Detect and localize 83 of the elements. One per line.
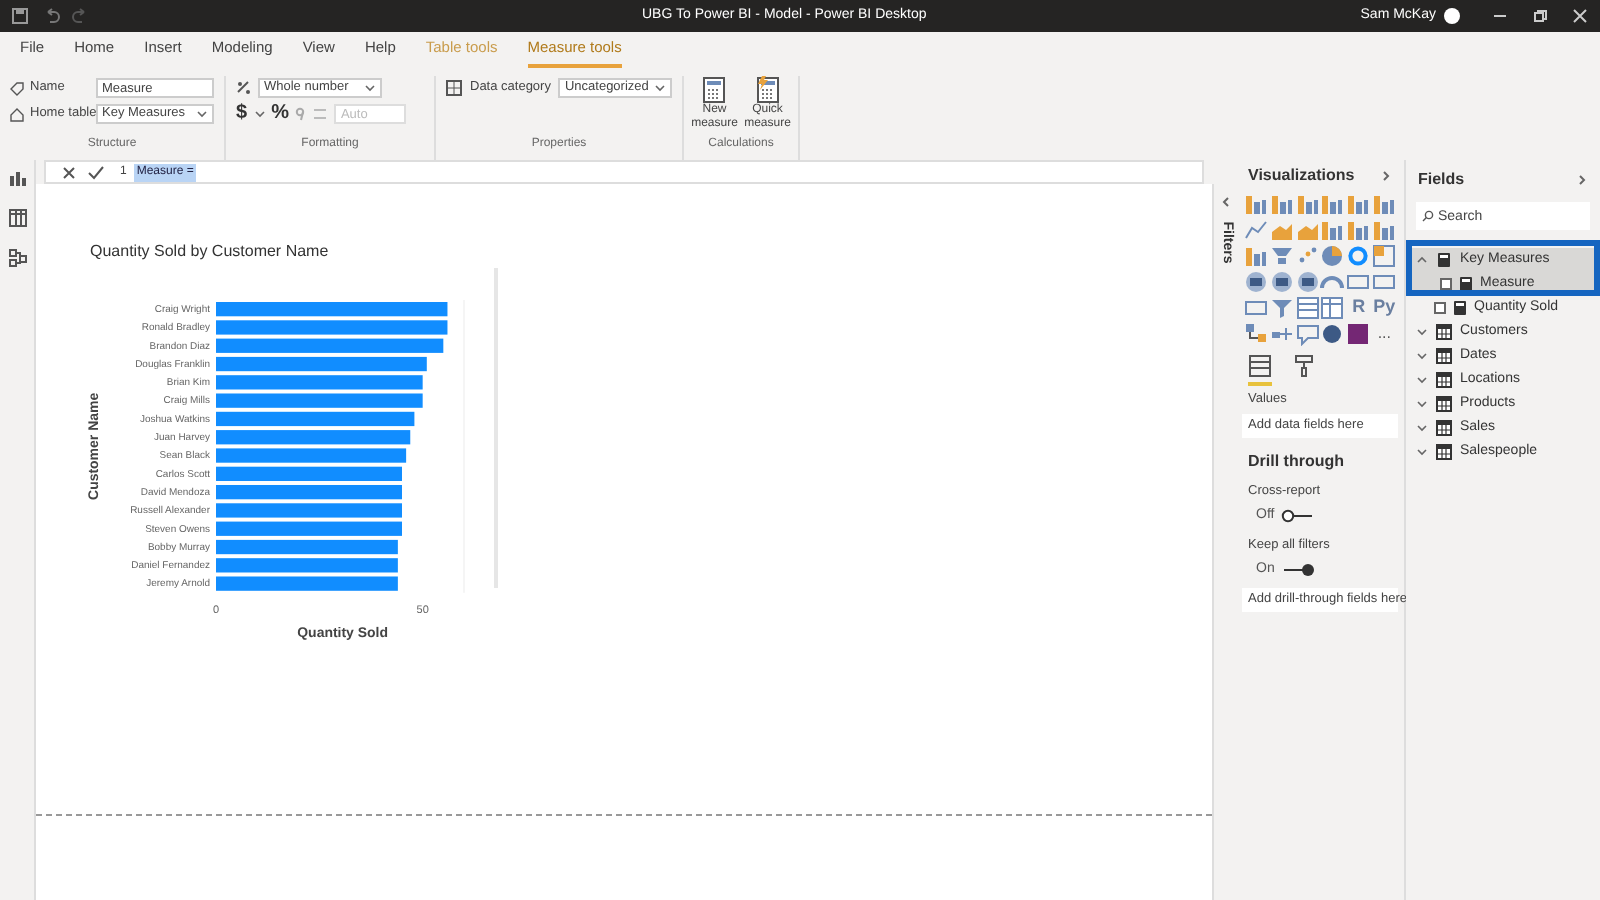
calculator-icon	[1436, 252, 1452, 268]
bar[interactable]	[216, 393, 423, 408]
bar[interactable]	[216, 411, 415, 427]
dropdown-caret-icon	[654, 82, 666, 94]
currency-button[interactable]: $	[236, 104, 248, 124]
visual-type-button[interactable]	[1320, 322, 1345, 346]
bar[interactable]	[216, 448, 407, 463]
table-icon	[1436, 444, 1452, 460]
report-view-icon[interactable]	[7, 168, 27, 188]
collapse-icon[interactable]	[1416, 254, 1428, 266]
dropdown-caret-icon	[253, 108, 266, 120]
chevron-right-icon[interactable]	[1576, 174, 1588, 186]
tag-icon	[10, 81, 24, 95]
toggle-switch[interactable]	[1280, 562, 1317, 578]
bar[interactable]	[216, 466, 402, 481]
visual-type-button[interactable]: Py	[1372, 296, 1397, 320]
visual-type-button[interactable]	[1346, 322, 1371, 346]
collapse-pane-icon[interactable]	[1219, 196, 1231, 208]
calculator-icon	[702, 76, 727, 104]
expand-icon[interactable]	[1416, 350, 1428, 362]
bar[interactable]	[216, 320, 448, 335]
bar[interactable]	[216, 503, 402, 518]
cancel-icon[interactable]	[62, 165, 76, 179]
bar[interactable]	[216, 539, 398, 555]
home-icon	[10, 107, 24, 121]
calculator-icon	[755, 76, 780, 104]
commit-icon[interactable]	[88, 165, 104, 179]
bar[interactable]	[216, 558, 398, 573]
expand-icon[interactable]	[1416, 374, 1428, 386]
redo-icon[interactable]	[72, 8, 88, 24]
chart-title: Quantity Sold by Customer Name	[90, 240, 331, 264]
close-icon[interactable]	[1572, 8, 1588, 24]
table-icon	[1436, 396, 1452, 412]
checkbox[interactable]	[1440, 278, 1452, 290]
expand-icon[interactable]	[1416, 398, 1428, 410]
bar[interactable]	[216, 375, 423, 390]
pane-title: Visualizations	[1248, 164, 1355, 188]
chevron-right-icon[interactable]	[1380, 170, 1392, 182]
search-icon	[1422, 210, 1434, 222]
more-visuals-button[interactable]: ...	[1372, 322, 1397, 346]
undo-icon[interactable]	[44, 8, 60, 24]
section-title: Drill through	[1246, 449, 1346, 474]
data-view-icon[interactable]	[7, 208, 27, 228]
pane-title: Fields	[1418, 168, 1465, 192]
percent-button[interactable]: %	[271, 104, 289, 124]
bar[interactable]	[216, 576, 398, 591]
calculator-icon	[1452, 300, 1468, 316]
table-icon	[1436, 372, 1452, 388]
bar[interactable]	[216, 302, 448, 317]
checkbox[interactable]	[1434, 302, 1446, 314]
visual-type-button[interactable]	[1269, 270, 1294, 294]
visual-type-button[interactable]	[1244, 322, 1268, 346]
format-icon	[236, 80, 252, 96]
bar[interactable]	[216, 485, 402, 500]
dropdown-caret-icon	[196, 108, 208, 120]
model-view-icon[interactable]	[7, 248, 27, 268]
table-icon	[1436, 348, 1452, 364]
expand-icon[interactable]	[1416, 326, 1428, 338]
comma-style-icon[interactable]	[294, 106, 307, 122]
visual-type-button[interactable]: R	[1346, 296, 1371, 320]
dropdown-caret-icon	[364, 82, 376, 94]
visual-type-button[interactable]	[1320, 296, 1345, 320]
fields-tab[interactable]	[1248, 354, 1272, 386]
expand-icon[interactable]	[1416, 422, 1428, 434]
avatar[interactable]	[1444, 8, 1460, 24]
visual-type-button[interactable]	[1295, 296, 1320, 320]
toggle-switch[interactable]	[1280, 507, 1317, 524]
visual-type-button[interactable]	[1244, 270, 1268, 294]
bar[interactable]	[216, 338, 444, 353]
bar[interactable]	[216, 521, 402, 536]
calculator-icon	[1458, 276, 1474, 292]
decimal-icon[interactable]	[312, 106, 329, 122]
expand-icon[interactable]	[1416, 446, 1428, 458]
visual-type-button[interactable]	[1295, 270, 1320, 294]
save-icon[interactable]	[12, 8, 28, 24]
data-category-icon	[446, 80, 462, 96]
table-icon	[1436, 420, 1452, 436]
bar[interactable]	[216, 430, 411, 445]
bar[interactable]	[216, 356, 427, 372]
paint-roller-icon	[1292, 354, 1316, 378]
restore-icon[interactable]	[1532, 8, 1548, 24]
table-icon	[1436, 324, 1452, 340]
fields-well-icon	[1248, 354, 1272, 378]
